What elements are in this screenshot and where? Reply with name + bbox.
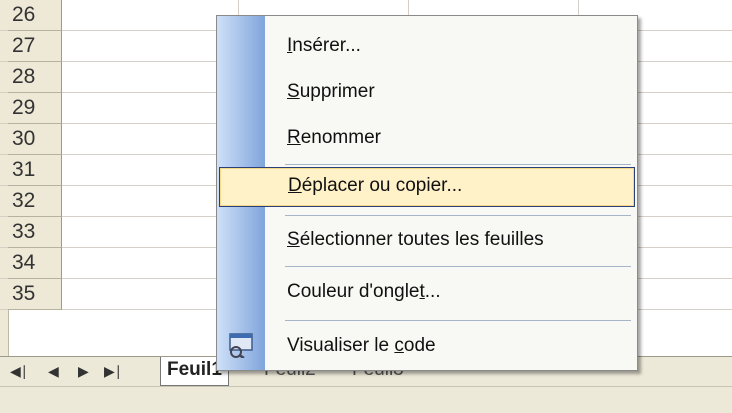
menu-item-supprimer[interactable]: Supprimer <box>265 72 637 112</box>
last-sheet-icon[interactable]: ▶∣ <box>104 363 122 379</box>
row-header[interactable]: 32 <box>8 186 62 217</box>
row-header[interactable]: 28 <box>8 62 62 93</box>
menu-item-selectionner-feuilles[interactable]: Sélectionner toutes les feuilles <box>265 220 637 260</box>
row-header[interactable]: 29 <box>8 93 62 124</box>
sheet-context-menu: Insérer... Supprimer Renommer Déplacer o… <box>216 15 638 371</box>
menu-item-inserer[interactable]: Insérer... <box>265 26 637 66</box>
menu-separator <box>285 266 631 267</box>
menu-item-visualiser-code[interactable]: Visualiser le code <box>265 326 637 366</box>
first-sheet-icon[interactable]: ◀∣ <box>10 363 28 379</box>
row-header[interactable]: 35 <box>8 279 62 310</box>
row-header[interactable]: 27 <box>8 31 62 62</box>
menu-item-renommer[interactable]: Renommer <box>265 118 637 158</box>
status-bar <box>0 386 732 413</box>
menu-item-deplacer-copier[interactable]: Déplacer ou copier... <box>219 167 635 207</box>
row-header[interactable]: 26 <box>8 0 62 31</box>
menu-item-couleur-onglet[interactable]: Couleur d'onglet... <box>265 272 637 312</box>
next-sheet-icon[interactable]: ▶ <box>78 363 89 379</box>
prev-sheet-icon[interactable]: ◀ <box>48 363 59 379</box>
row-header[interactable]: 33 <box>8 217 62 248</box>
menu-separator <box>285 320 631 321</box>
menu-separator <box>285 164 631 165</box>
view-code-icon <box>229 333 253 358</box>
row-header[interactable]: 34 <box>8 248 62 279</box>
row-header[interactable]: 31 <box>8 155 62 186</box>
row-header[interactable]: 30 <box>8 124 62 155</box>
menu-separator <box>285 215 631 216</box>
